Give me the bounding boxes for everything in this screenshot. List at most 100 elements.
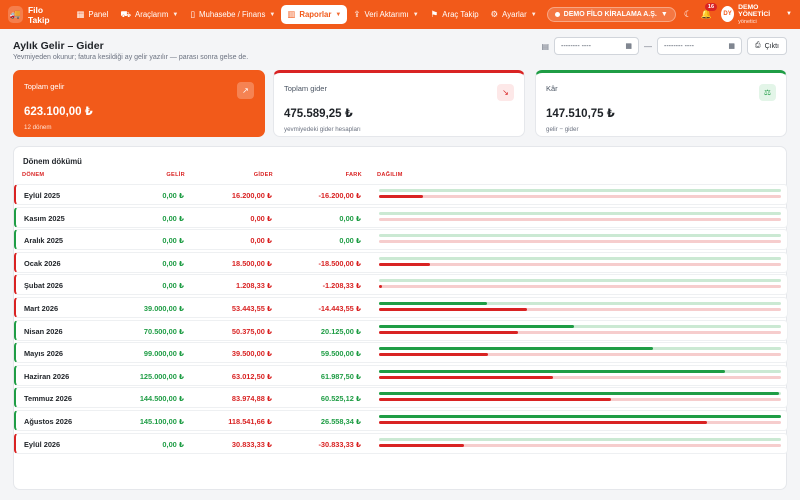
- upload-icon: ⇪: [353, 9, 361, 19]
- row-income: 145.100,00 ₺: [139, 417, 184, 426]
- chart-icon: ▥: [287, 9, 296, 19]
- card-subtext: gelir − gider: [546, 126, 579, 133]
- notifications-button[interactable]: 🔔 16: [701, 2, 718, 20]
- start-date-input[interactable]: -------- ---- ▦: [554, 37, 639, 55]
- income-bar: [379, 369, 725, 373]
- table-row[interactable]: Temmuz 2026 144.500,00 ₺ 83.974,88 ₺ 60.525…: [14, 387, 788, 409]
- income-bar-track: [379, 324, 781, 328]
- expense-bar-track: [379, 443, 781, 447]
- expense-bar-track: [379, 262, 781, 266]
- row-expense: 50.375,00 ₺: [231, 326, 272, 336]
- nav-item-raporlar[interactable]: ▥ Raporlar ▼: [281, 5, 348, 24]
- table-row[interactable]: Eylül 2026 0,00 ₺ 30.833,33 ₺ -30.833,33 ₺: [14, 432, 788, 454]
- table-row[interactable]: Mart 2026 39.000,00 ₺ 53.443,55 ₺ -14.443,5…: [14, 297, 788, 318]
- income-bar: [379, 302, 487, 305]
- income-bar: [379, 347, 653, 351]
- nav-item-muhasebe[interactable]: ▯ Muhasebe / Finans ▼: [184, 5, 281, 24]
- user-name: DEMO YÖNETİCİ: [738, 4, 771, 19]
- expense-bar-track: [379, 330, 781, 334]
- expense-bar: [379, 443, 465, 447]
- card-subtext: yevmiyedeki gider hesapları: [284, 126, 361, 133]
- card-value: 147.510,75 ₺: [546, 108, 615, 120]
- date-placeholder: -------- ----: [664, 42, 694, 50]
- income-bar: [379, 324, 574, 328]
- row-expense: 53.443,55 ₺: [231, 304, 272, 313]
- income-bar-track: [379, 234, 781, 238]
- table-row[interactable]: Aralık 2025 0,00 ₺ 0,00 ₺ 0,00 ₺: [14, 229, 788, 251]
- status-dot-icon: [554, 12, 560, 17]
- car-icon: ⛟: [120, 8, 132, 19]
- row-period: Mart 2026: [24, 304, 59, 313]
- card-label: Kâr: [546, 84, 558, 93]
- table-header: DÖNEM GELİR GİDER FARK DAĞILIM: [14, 172, 788, 182]
- income-bar-track: [379, 437, 781, 441]
- company-selector[interactable]: DEMO FİLO KİRALAMA A.Ş. ▼: [546, 7, 676, 22]
- row-diff: -1.208,33 ₺: [322, 281, 361, 291]
- expense-bar-track: [379, 375, 781, 379]
- table-row[interactable]: Şubat 2026 0,00 ₺ 1.208,33 ₺ -1.208,33 ₺: [14, 274, 788, 296]
- row-income: 99.000,00 ₺: [143, 349, 184, 359]
- panel-title: Dönem dökümü: [23, 157, 82, 166]
- row-period: Eylül 2025: [24, 191, 61, 200]
- row-income: 125.000,00 ₺: [139, 371, 184, 381]
- card-value: 475.589,25 ₺: [284, 108, 353, 120]
- nav-item-veri-aktarimi[interactable]: ⇪ Veri Aktarımı ▼: [347, 5, 424, 24]
- row-expense: 1.208,33 ₺: [236, 281, 272, 291]
- row-period: Ağustos 2026: [24, 417, 73, 426]
- row-expense: 16.200,00 ₺: [231, 191, 272, 200]
- expense-bar-track: [379, 285, 781, 289]
- grid-icon: ▦: [76, 9, 85, 19]
- nav-item-label: Ayarlar: [502, 10, 527, 19]
- table-row[interactable]: Haziran 2026 125.000,00 ₺ 63.012,50 ₺ 61.98…: [14, 364, 788, 386]
- table-row[interactable]: Ocak 2026 0,00 ₺ 18.500,00 ₺ -18.500,00 ₺: [14, 251, 788, 273]
- row-diff: 60.525,12 ₺: [320, 394, 361, 404]
- chevron-down-icon: ▼: [269, 11, 276, 18]
- nav-item-panel[interactable]: ▦ Panel: [70, 5, 114, 24]
- nav-item-arac-takip[interactable]: ⚑ Araç Takip: [425, 5, 485, 24]
- table-row[interactable]: Eylül 2025 0,00 ₺ 16.200,00 ₺ -16.200,00 ₺: [14, 184, 788, 205]
- expense-bar-track: [379, 353, 781, 357]
- user-role: yönetici: [738, 18, 757, 25]
- end-date-input[interactable]: -------- ---- ▦: [657, 37, 742, 55]
- row-income: 144.500,00 ₺: [139, 394, 184, 404]
- printer-icon: ⎙: [755, 42, 761, 49]
- chevron-down-icon: ▼: [412, 11, 419, 18]
- nav-item-ayarlar[interactable]: ⚙ Ayarlar ▼: [485, 5, 543, 24]
- profit-card: Kâr 147.510,75 ₺ gelir − gider ⚖: [535, 70, 787, 137]
- row-diff: -16.200,00 ₺: [318, 191, 361, 200]
- expense-bar: [379, 285, 383, 289]
- card-subtext: 12 dönem: [24, 124, 52, 131]
- header-diff: FARK: [345, 172, 362, 178]
- income-bar-track: [379, 279, 781, 283]
- print-button[interactable]: ⎙ Çıktı: [747, 37, 787, 55]
- row-diff: -30.833,33 ₺: [318, 439, 361, 449]
- calendar-icon: ▦: [625, 43, 632, 50]
- table-row[interactable]: Nisan 2026 70.500,00 ₺ 50.375,00 ₺ 20.125,0…: [14, 319, 788, 341]
- income-bar-track: [379, 347, 781, 351]
- date-filters: ▤ -------- ---- ▦ — -------- ---- ▦ ⎙ Çı…: [541, 37, 787, 55]
- table-row[interactable]: Ağustos 2026 145.100,00 ₺ 118.541,66 ₺ 26.5…: [14, 410, 788, 431]
- row-income: 70.500,00 ₺: [143, 326, 184, 336]
- nav-item-araclarim[interactable]: ⛟ Araçlarım ▼: [114, 5, 184, 25]
- trending-down-icon: ↘: [497, 84, 514, 101]
- income-bar-track: [379, 369, 781, 373]
- header-period: DÖNEM: [22, 172, 45, 178]
- row-period: Kasım 2025: [24, 213, 65, 223]
- brand[interactable]: 🚚 Filo Takip: [8, 5, 62, 25]
- table-row[interactable]: Mayıs 2026 99.000,00 ₺ 39.500,00 ₺ 59.500,0…: [14, 342, 788, 364]
- expense-bar: [379, 353, 489, 357]
- row-income: 0,00 ₺: [162, 281, 184, 291]
- row-diff: 26.558,34 ₺: [320, 417, 361, 426]
- chevron-down-icon: ▼: [335, 11, 342, 18]
- moon-icon[interactable]: ☾: [684, 9, 692, 20]
- table-row[interactable]: Kasım 2025 0,00 ₺ 0,00 ₺ 0,00 ₺: [14, 206, 788, 228]
- chevron-down-icon: ▼: [172, 11, 179, 18]
- row-expense: 83.974,88 ₺: [231, 394, 272, 404]
- period-breakdown-panel: Dönem dökümü DÖNEM GELİR GİDER FARK DAĞI…: [13, 146, 788, 490]
- expense-bar: [379, 262, 431, 266]
- user-menu[interactable]: DY DEMO YÖNETİCİ yönetici ▼: [721, 4, 792, 25]
- expense-bar: [379, 330, 519, 334]
- row-income: 0,00 ₺: [162, 258, 184, 268]
- nav-item-label: Panel: [88, 10, 109, 19]
- expense-bar-track: [379, 195, 781, 198]
